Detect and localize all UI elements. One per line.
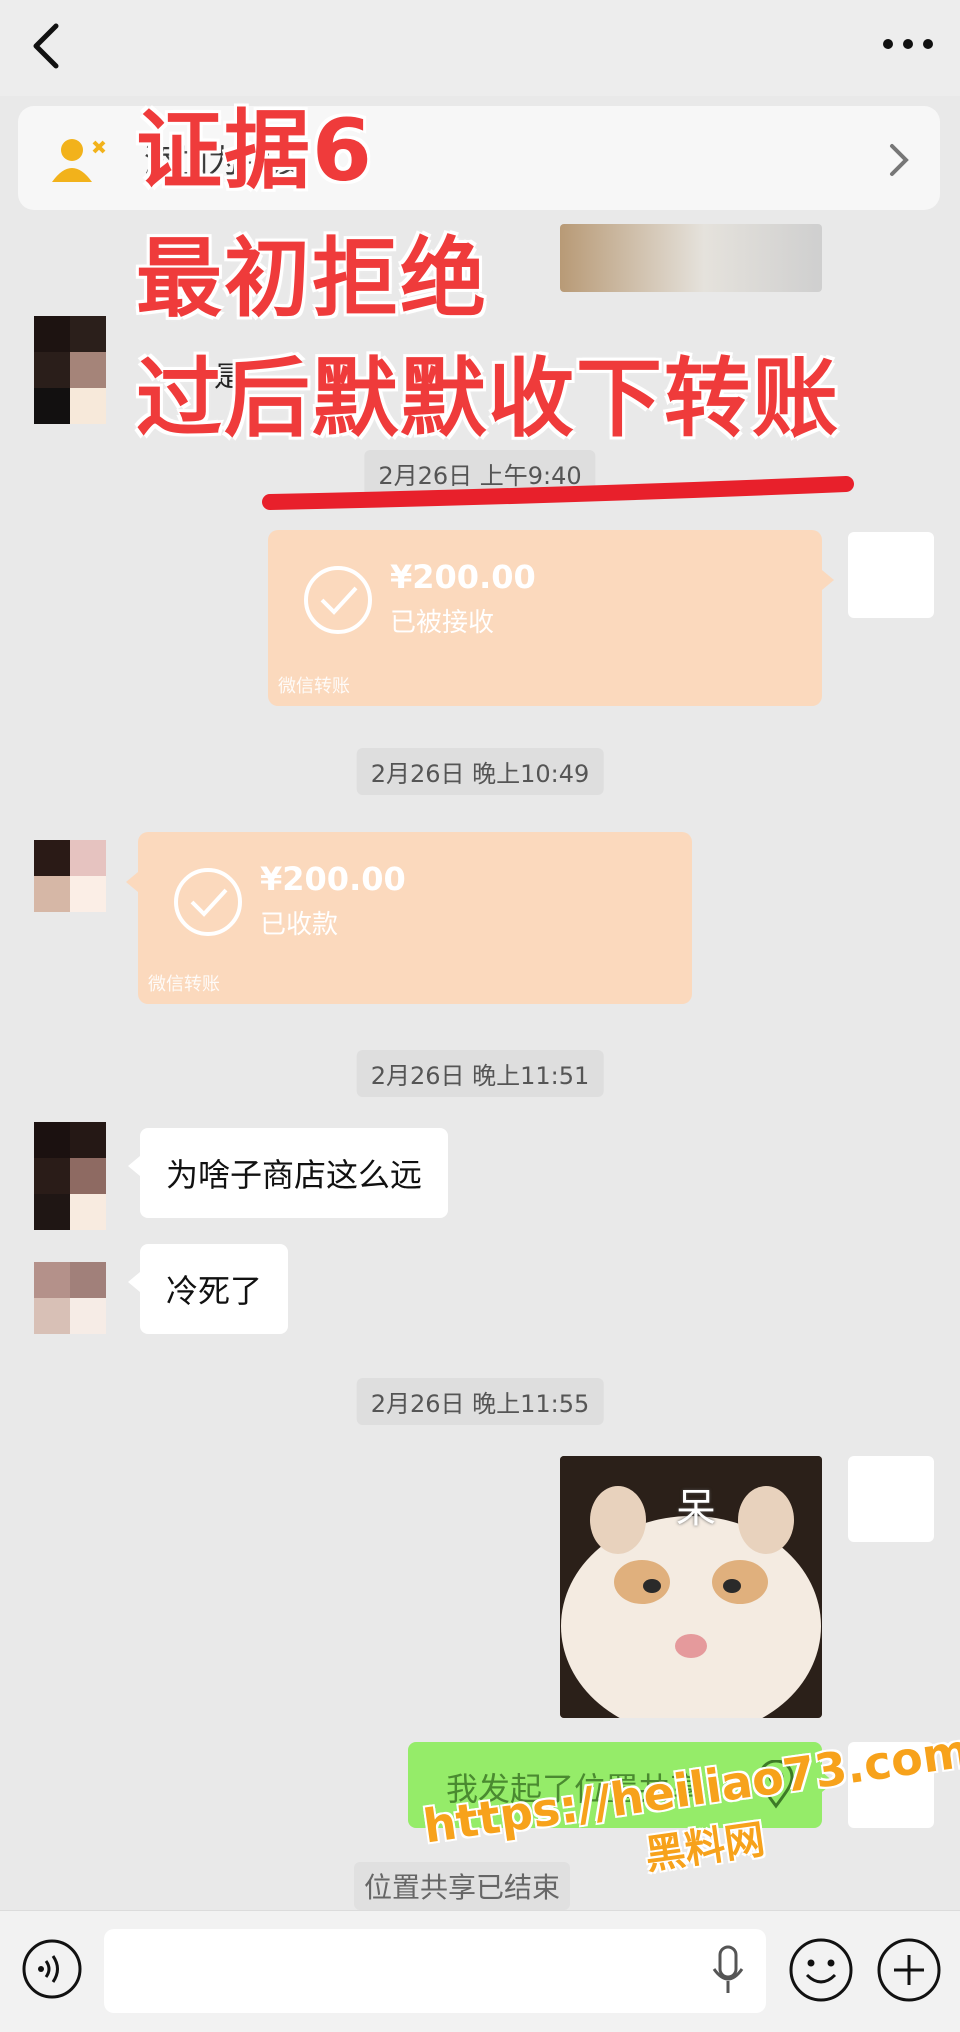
transfer-status: 已收款 — [260, 910, 339, 940]
message-bubble[interactable]: 为啥子商店这么远 — [127, 1128, 449, 1218]
mic-icon[interactable] — [706, 1941, 750, 2001]
shared-photo[interactable] — [560, 224, 822, 292]
contact-avatar[interactable] — [34, 316, 106, 424]
plus-icon[interactable] — [874, 1935, 944, 2005]
emoji-icon[interactable] — [786, 1935, 856, 2005]
annotation-line-1: 证据6 — [136, 101, 374, 201]
transfer-status: 已被接收 — [390, 608, 495, 638]
add-user-icon — [52, 139, 106, 182]
contact-avatar[interactable] — [34, 1122, 106, 1230]
timestamp: 2月26日 晚上11:55 — [356, 1378, 604, 1425]
red-underline-annotation — [262, 476, 854, 510]
check-circle-icon — [304, 566, 372, 634]
message-input[interactable] — [104, 1929, 766, 2013]
my-avatar[interactable] — [848, 1456, 934, 1542]
check-circle-icon — [174, 868, 242, 936]
message-bubble[interactable]: 冷死了 — [127, 1244, 289, 1334]
input-bar — [0, 1910, 960, 2032]
timestamp: 2月26日 晚上11:51 — [356, 1050, 604, 1097]
contact-avatar[interactable] — [34, 840, 106, 912]
transfer-footer: 微信转账 — [148, 974, 220, 995]
chevron-right-icon — [890, 144, 909, 176]
timestamp: 2月26日 晚上10:49 — [356, 748, 604, 795]
my-avatar[interactable] — [848, 532, 934, 618]
sticker-caption: 呆 — [676, 1486, 716, 1532]
hamster-sticker[interactable]: 呆 — [560, 1456, 822, 1718]
voice-icon[interactable] — [20, 1937, 84, 2001]
transfer-footer: 微信转账 — [278, 676, 350, 697]
transfer-amount: ¥200.00 — [390, 558, 536, 596]
contact-avatar[interactable] — [34, 1262, 106, 1334]
annotation-line-3: 过后默默收下转账 — [136, 349, 840, 449]
annotation-line-2: 最初拒绝 — [136, 229, 488, 329]
transfer-amount: ¥200.00 — [260, 860, 406, 898]
chevron-left-icon[interactable] — [22, 18, 70, 74]
transfer-card-outgoing[interactable]: ¥200.00 已被接收 微信转账 — [268, 530, 834, 706]
transfer-card-incoming[interactable]: ¥200.00 已收款 微信转账 — [126, 832, 692, 1004]
more-dots-icon[interactable] — [878, 24, 938, 64]
